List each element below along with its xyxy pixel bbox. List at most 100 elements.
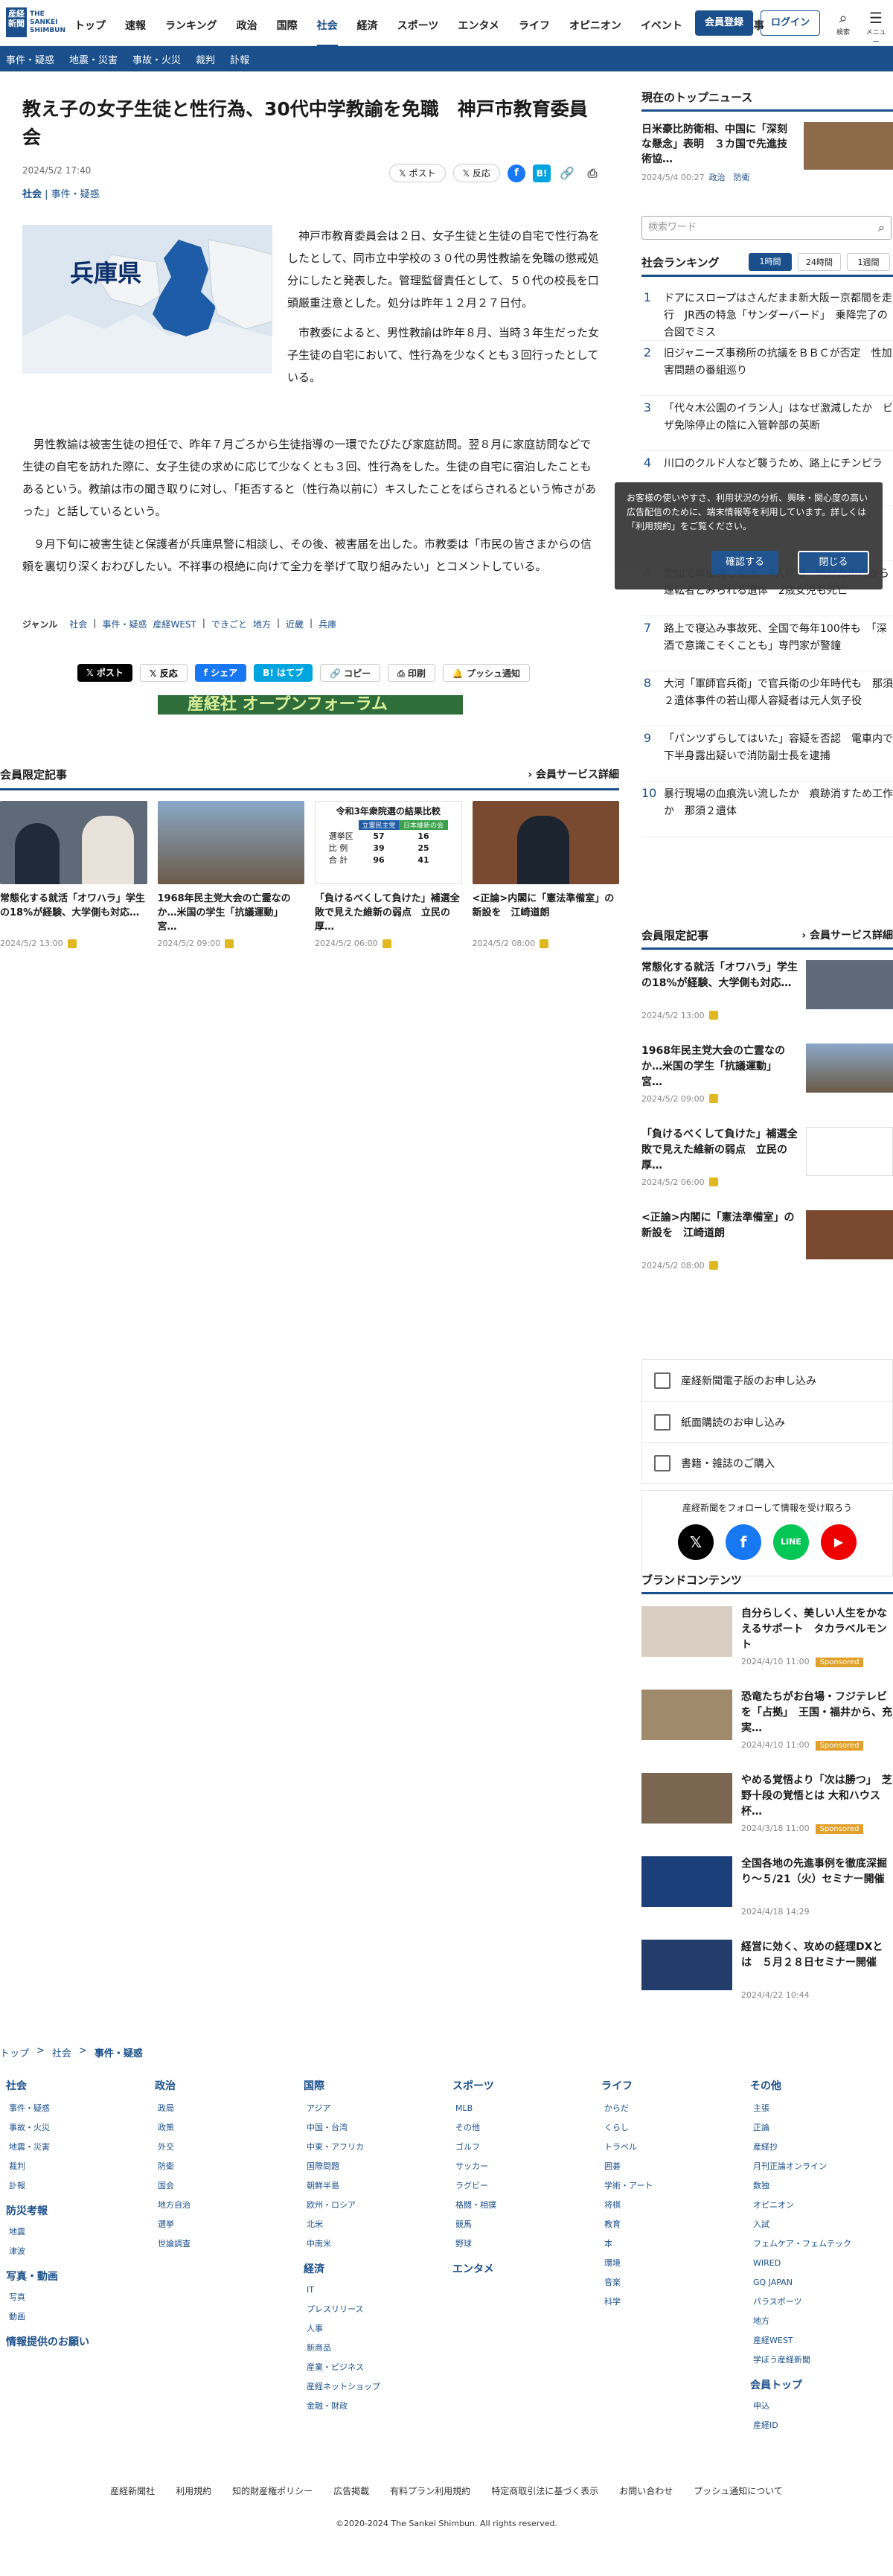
ranking-item[interactable]: 7 路上で寝込み事故死、全国で毎年100件も 「深酒で意識こそくことも」専門家が警… xyxy=(641,616,893,671)
sidebar-member-item[interactable]: 常態化する就活「オワハラ」学生の18%が経験、大学側も対応… 2024/5/2 1… xyxy=(641,960,893,1033)
print-icon[interactable]: ⎙ xyxy=(583,164,601,182)
ranking-item[interactable]: 2 旧ジャニーズ事務所の抗議をＢＢＣが否定 性加害問題の番組巡り xyxy=(641,341,893,396)
brand-item[interactable]: 経営に効く、攻めの経理DXとは ５月２８日セミナー開催 2024/4/22 10:… xyxy=(641,1940,893,2011)
search-button[interactable]: ⌕ 検索 xyxy=(830,9,856,36)
ranking-tab-1h[interactable]: 1時間 xyxy=(749,253,792,271)
lock-icon xyxy=(67,939,77,948)
copy-button[interactable]: 🔗 コピー xyxy=(319,664,381,682)
ranking-tab-1w[interactable]: 1週間 xyxy=(847,253,890,271)
card-thumb xyxy=(0,801,147,884)
footer-link[interactable]: プッシュ通知について xyxy=(694,2484,783,2497)
nav-economy[interactable]: 経済 xyxy=(357,18,378,47)
service-paper[interactable]: 紙面購読のお申し込み xyxy=(641,1401,893,1442)
breadcrumb-item[interactable]: トップ xyxy=(0,2045,29,2059)
nav-breaking[interactable]: 速報 xyxy=(125,18,146,47)
subnav-item[interactable]: 訃報 xyxy=(230,52,249,66)
subnav-item[interactable]: 事故・火災 xyxy=(132,52,181,66)
footer-col-society: 社会 事件・疑惑 事故・火災 地震・災害 裁判 訃報 防災考報 地震 津波 写真… xyxy=(6,2080,89,2348)
genre-tag[interactable]: 社会 xyxy=(69,618,87,630)
nav-ranking[interactable]: ランキング xyxy=(165,18,217,47)
hatena-bottom[interactable]: B! はてブ xyxy=(254,664,313,682)
ranking-item[interactable]: 9 「パンツずらしてはいた」容疑を否認 電車内で下半身露出疑いで消防副士長を逮捕 xyxy=(641,726,893,782)
genre-tag[interactable]: できごと xyxy=(211,618,247,630)
nav-sports[interactable]: スポーツ xyxy=(397,18,439,47)
forum-banner[interactable]: 産経社 オープンフォーラム xyxy=(158,695,463,715)
brand-item[interactable]: 全国各地の先進事例を徹底深掘り～５/21（火）セミナー開催 2024/4/18 1… xyxy=(641,1856,893,1928)
nav-opinion[interactable]: オピニオン xyxy=(569,18,621,47)
footer-link[interactable]: 特定商取引法に基づく表示 xyxy=(491,2484,598,2497)
members-more-link[interactable]: › 会員サービス詳細 xyxy=(528,767,619,782)
push-button[interactable]: 🔔 プッシュ通知 xyxy=(442,664,531,682)
facebook-share-bottom[interactable]: f シェア xyxy=(194,664,247,682)
service-books[interactable]: 書籍・雑誌のご購入 xyxy=(641,1442,893,1484)
nav-world[interactable]: 国際 xyxy=(277,18,298,47)
hatena-icon[interactable]: B! xyxy=(533,164,551,182)
nav-society[interactable]: 社会 xyxy=(316,18,338,47)
register-button[interactable]: 会員登録 xyxy=(695,10,753,36)
footer-link[interactable]: 産経新聞社 xyxy=(110,2484,155,2497)
x-post-button[interactable]: 𝕏 ポスト xyxy=(389,164,446,182)
category-link[interactable]: 社会 xyxy=(22,189,42,200)
lock-icon xyxy=(708,1010,718,1020)
sidebar-members-more[interactable]: › 会員サービス詳細 xyxy=(801,927,893,942)
sidebar-member-item[interactable]: <正論>内閣に「憲法準備室」の新設を 江崎道朗 2024/5/2 08:00 xyxy=(641,1210,893,1283)
x-post-bottom[interactable]: 𝕏 ポスト xyxy=(77,664,132,682)
ranking-item[interactable]: 3 「代々木公園のイラン人」はなぜ激減したか ビザ免除停止の陰に入管幹部の英断 xyxy=(641,396,893,451)
breadcrumb-item[interactable]: 社会 xyxy=(52,2045,71,2059)
link-icon[interactable]: 🔗 xyxy=(558,164,576,182)
ranking-item[interactable]: 8 大河「軍師官兵衛」で官兵衛の少年時代も 那須２遺体事件の若山椰人容疑者は元人気… xyxy=(641,671,893,726)
genre-tag[interactable]: 近畿 xyxy=(286,618,304,630)
ranking-item[interactable]: 10 暴行現場の血痕洗い流したか 痕跡消すため工作か 那須２遺体 xyxy=(641,782,893,837)
nav-politics[interactable]: 政治 xyxy=(237,18,257,47)
search-icon[interactable]: ⌕ xyxy=(878,217,885,239)
x-repost-bottom[interactable]: 𝕏 反応 xyxy=(139,664,188,682)
youtube-icon[interactable]: ▶ xyxy=(821,1524,857,1560)
search-input[interactable]: 検索ワード ⌕ xyxy=(641,216,892,240)
sidebar-member-item[interactable]: 「負けるべくして負けた」補選全敗で見えた維新の弱点 立民の厚… 2024/5/2 … xyxy=(641,1127,893,1200)
menu-button[interactable]: ☰ メニュー xyxy=(863,9,889,46)
x-repost-button[interactable]: 𝕏 反応 xyxy=(452,164,500,182)
genre-tag[interactable]: 事件・疑惑 xyxy=(102,618,147,630)
site-header: 産経新聞 THE SANKEI SHIMBUN トップ 速報 ランキング 政治 … xyxy=(0,0,893,47)
footer-link[interactable]: お問い合わせ xyxy=(619,2484,673,2497)
genre-tag[interactable]: 兵庫 xyxy=(319,618,336,630)
nav-life[interactable]: ライフ xyxy=(519,18,550,47)
member-card[interactable]: 令和3年衆院選の結果比較 立憲民主党 日本維新の会 選挙区 57 16 比 例 39 25… xyxy=(315,801,462,948)
ranking-item[interactable]: 1 ドアにスロープはさんだまま新大阪ー京都間を走行 JR西の特急「サンダーバード」… xyxy=(641,286,893,341)
ranking-tab-24h[interactable]: 24時間 xyxy=(798,253,841,271)
paragraph-2: 市教委によると、男性教諭は昨年８月、当時３年生だった女子生徒の自宅において、性行… xyxy=(287,326,599,384)
service-digital[interactable]: 産経新聞電子版のお申し込み xyxy=(641,1359,893,1401)
footer-link[interactable]: 知的財産権ポリシー xyxy=(232,2484,313,2497)
cookie-close-button[interactable]: 閉じる xyxy=(798,551,869,575)
nav-event[interactable]: イベント xyxy=(641,18,682,47)
print-button[interactable]: ⎙ 印刷 xyxy=(388,664,435,682)
lock-icon xyxy=(708,1093,718,1103)
genre-tag[interactable]: 地方 xyxy=(253,618,271,630)
login-button[interactable]: ログイン xyxy=(761,10,820,36)
site-logo[interactable]: 産経新聞 THE SANKEI SHIMBUN xyxy=(6,7,65,37)
brand-item[interactable]: 自分らしく、美しい人生をかなえるサポート タカラベルモント 2024/4/10 1… xyxy=(641,1606,893,1678)
brand-item[interactable]: やめる覚悟より「次は勝つ」 芝野十段の覚悟とは 大和ハウス杯… 2024/3/18… xyxy=(641,1773,893,1844)
subnav-item[interactable]: 事件・疑惑 xyxy=(6,52,54,66)
subnav-item[interactable]: 裁判 xyxy=(196,52,215,66)
member-card[interactable]: 1968年民主党大会の亡霊なのか…米国の学生「抗議運動」 宮… 2024/5/2… xyxy=(157,801,304,948)
nav-entertainment[interactable]: エンタメ xyxy=(458,18,499,47)
member-card[interactable]: 常態化する就活「オワハラ」学生の18%が経験、大学側も対応… 2024/5/2 … xyxy=(0,801,147,948)
x-icon[interactable]: 𝕏 xyxy=(678,1524,714,1560)
subcategory-link[interactable]: 事件・疑惑 xyxy=(51,189,100,200)
facebook-icon[interactable]: f xyxy=(726,1524,761,1560)
facebook-icon[interactable]: f xyxy=(508,164,525,182)
genre-tag[interactable]: 産経WEST xyxy=(153,618,196,630)
line-icon[interactable]: LINE xyxy=(773,1524,809,1560)
cookie-confirm-button[interactable]: 確認する xyxy=(711,551,778,575)
sidebar-member-item[interactable]: 1968年民主党大会の亡霊なのか…米国の学生「抗議運動」 宮… 2024/5/2 … xyxy=(641,1043,893,1116)
brand-item[interactable]: 恐竜たちがお台場・フジテレビを「占拠」 王国・福井から、充実… 2024/4/10… xyxy=(641,1690,893,1761)
footer-link[interactable]: 利用規約 xyxy=(176,2484,211,2497)
footer-link[interactable]: 広告掲載 xyxy=(333,2484,369,2497)
top-news-item[interactable]: 日米豪比防衛相、中国に「深刻な懸念」表明 ３カ国で先進技術協… 2024/5/4… xyxy=(641,122,893,183)
subnav-item[interactable]: 地震・災害 xyxy=(69,52,118,66)
sponsored-badge: Sponsored xyxy=(815,1824,864,1834)
footer-link[interactable]: 有料プラン利用規約 xyxy=(390,2484,470,2497)
member-card[interactable]: <正論>内閣に「憲法準備室」の新設を 江崎道朗 2024/5/2 08:00 xyxy=(472,801,619,948)
nav-top[interactable]: トップ xyxy=(74,18,106,47)
